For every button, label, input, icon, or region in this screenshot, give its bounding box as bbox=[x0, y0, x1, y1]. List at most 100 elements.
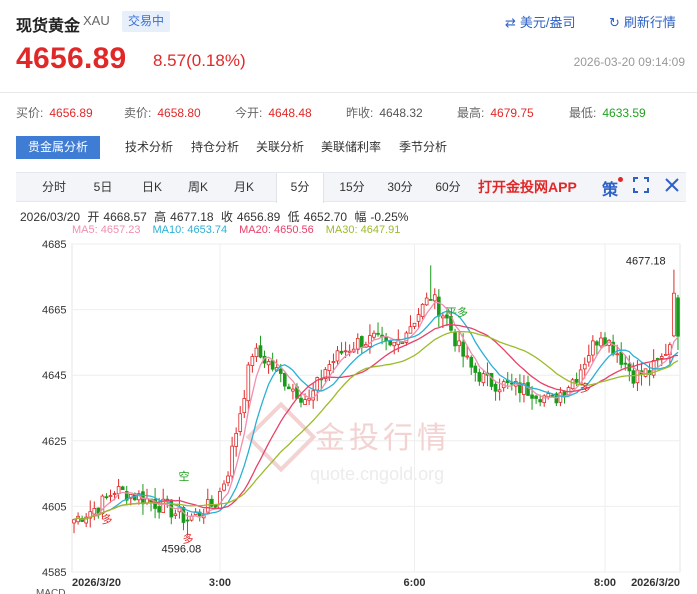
candle-body bbox=[120, 486, 125, 491]
refresh-quotes-link[interactable]: ↻ 刷新行情 bbox=[609, 12, 676, 31]
candle-body bbox=[635, 369, 640, 384]
current-price: 4656.89 bbox=[16, 42, 127, 75]
quote-label: 最高: bbox=[457, 106, 485, 120]
quote-value: 4656.89 bbox=[49, 106, 93, 120]
quote-value: 4633.59 bbox=[602, 106, 646, 120]
ma-legend-item: MA10: 4653.74 bbox=[152, 224, 228, 236]
tab-item[interactable]: 贵金属分析 bbox=[16, 136, 101, 159]
candle-body bbox=[538, 399, 542, 403]
candle-body bbox=[226, 475, 230, 484]
candle-body bbox=[299, 397, 303, 403]
swap-icon: ⇄ bbox=[505, 15, 516, 30]
refresh-icon: ↻ bbox=[609, 15, 620, 30]
candle-body bbox=[672, 292, 676, 337]
candle-body bbox=[230, 445, 234, 477]
quote-item: 卖价: 4658.80 bbox=[124, 104, 201, 121]
fullscreen-icon[interactable] bbox=[633, 177, 649, 197]
amp-label: 幅 bbox=[354, 210, 367, 224]
period-tab[interactable]: 60分 bbox=[428, 173, 468, 202]
y-tick-label: 4585 bbox=[42, 567, 66, 579]
candle-body bbox=[676, 297, 680, 337]
strategy-button[interactable]: 策 bbox=[602, 176, 618, 200]
header-divider bbox=[0, 92, 697, 93]
close-icon[interactable] bbox=[664, 177, 680, 197]
y-tick-label: 4685 bbox=[42, 239, 66, 251]
tab-item[interactable]: 美联储利率 bbox=[321, 136, 381, 159]
candle-body bbox=[615, 353, 619, 356]
candle-body bbox=[384, 337, 388, 341]
tab-item[interactable]: 持仓分析 bbox=[191, 136, 239, 159]
period-tab[interactable]: 15分 bbox=[332, 173, 372, 202]
candle-body bbox=[550, 394, 555, 397]
candle-body bbox=[112, 493, 117, 495]
candle-body bbox=[282, 372, 287, 387]
signal-label: 平多 bbox=[446, 305, 468, 319]
moving-average-legend: MA5: 4657.23 MA10: 4653.74 MA20: 4650.56 MA… bbox=[72, 224, 412, 236]
quote-value: 4648.48 bbox=[268, 106, 312, 120]
signal-label: 多 bbox=[101, 512, 112, 526]
candle-body bbox=[185, 519, 190, 522]
candle-body bbox=[424, 297, 429, 306]
y-tick-label: 4665 bbox=[42, 305, 66, 317]
period-tab[interactable]: 月K bbox=[222, 173, 266, 202]
ma-line bbox=[73, 310, 679, 521]
candle-body bbox=[489, 372, 494, 387]
ma-legend-item: MA30: 4647.91 bbox=[325, 224, 401, 236]
candle-body bbox=[234, 432, 238, 447]
candle-body bbox=[586, 355, 591, 363]
candle-body bbox=[546, 393, 551, 398]
open-value: 4668.57 bbox=[103, 210, 147, 224]
candle-body bbox=[311, 390, 315, 401]
period-tab[interactable]: 30分 bbox=[380, 173, 420, 202]
candle-body bbox=[526, 382, 530, 396]
candle-body bbox=[412, 322, 417, 327]
trading-status-badge: 交易中 bbox=[122, 11, 171, 32]
tab-item[interactable]: 技术分析 bbox=[125, 136, 173, 159]
ma-legend-item: MA5: 4657.23 bbox=[72, 224, 141, 236]
quote-label: 买价: bbox=[16, 106, 44, 120]
candle-body bbox=[339, 350, 344, 354]
quote-item: 昨收: 4648.32 bbox=[346, 104, 423, 121]
quote-item: 最高: 4679.75 bbox=[457, 104, 534, 121]
candle-body bbox=[441, 315, 445, 319]
signal-label: 多 bbox=[183, 531, 194, 545]
candle-body bbox=[420, 303, 425, 317]
candle-body bbox=[303, 399, 307, 405]
period-tab[interactable]: 周K bbox=[176, 173, 220, 202]
period-tab[interactable]: 分时 bbox=[30, 173, 78, 202]
candle-body bbox=[599, 337, 603, 347]
quote-item: 今开: 4648.48 bbox=[235, 104, 312, 121]
candle-body bbox=[92, 508, 97, 515]
signal-label: 空 bbox=[178, 469, 189, 483]
candle-body bbox=[659, 356, 664, 359]
candle-body bbox=[477, 372, 482, 382]
candle-body bbox=[327, 364, 332, 372]
candle-body bbox=[266, 361, 271, 366]
candle-body bbox=[493, 383, 498, 392]
candle-body bbox=[181, 507, 186, 523]
candle-body bbox=[359, 336, 364, 349]
candle-info-row: 2026/03/20 开 4668.57 高 4677.18 收 4656.89 低4… bbox=[20, 208, 412, 225]
candle-body bbox=[335, 350, 340, 362]
low-label: 低 bbox=[287, 210, 300, 224]
notification-dot bbox=[618, 177, 623, 182]
candle-body bbox=[157, 506, 161, 513]
currency-unit-link[interactable]: ⇄ 美元/盎司 bbox=[505, 12, 576, 31]
period-tab[interactable]: 5分 bbox=[276, 173, 324, 203]
quote-timestamp: 2026-03-20 09:14:09 bbox=[573, 55, 685, 69]
period-tab[interactable]: 5日 bbox=[82, 173, 124, 202]
candle-body bbox=[376, 332, 380, 335]
tab-item[interactable]: 季节分析 bbox=[399, 136, 447, 159]
header: 现货黄金 XAU 交易中 ⇄ 美元/盎司 ↻ 刷新行情 4656.89 8.57(0… bbox=[0, 0, 697, 92]
candle-body bbox=[428, 299, 433, 301]
signal-label: 多 bbox=[580, 381, 591, 395]
candle-body bbox=[631, 370, 636, 384]
tab-item[interactable]: 关联分析 bbox=[256, 136, 304, 159]
open-app-link[interactable]: 打开金投网APP bbox=[478, 173, 577, 202]
y-tick-label: 4625 bbox=[42, 436, 66, 448]
candlestick-chart[interactable]: 4685 4665 4645 4625 4605 4585 2026/3/20 3:00 6:0… bbox=[0, 236, 697, 594]
period-tab[interactable]: 日K bbox=[130, 173, 174, 202]
watermark-url: quote.cngold.org bbox=[310, 464, 444, 484]
instrument-title: 现货黄金 bbox=[16, 18, 81, 35]
x-tick-label: 8:00 bbox=[594, 577, 616, 589]
